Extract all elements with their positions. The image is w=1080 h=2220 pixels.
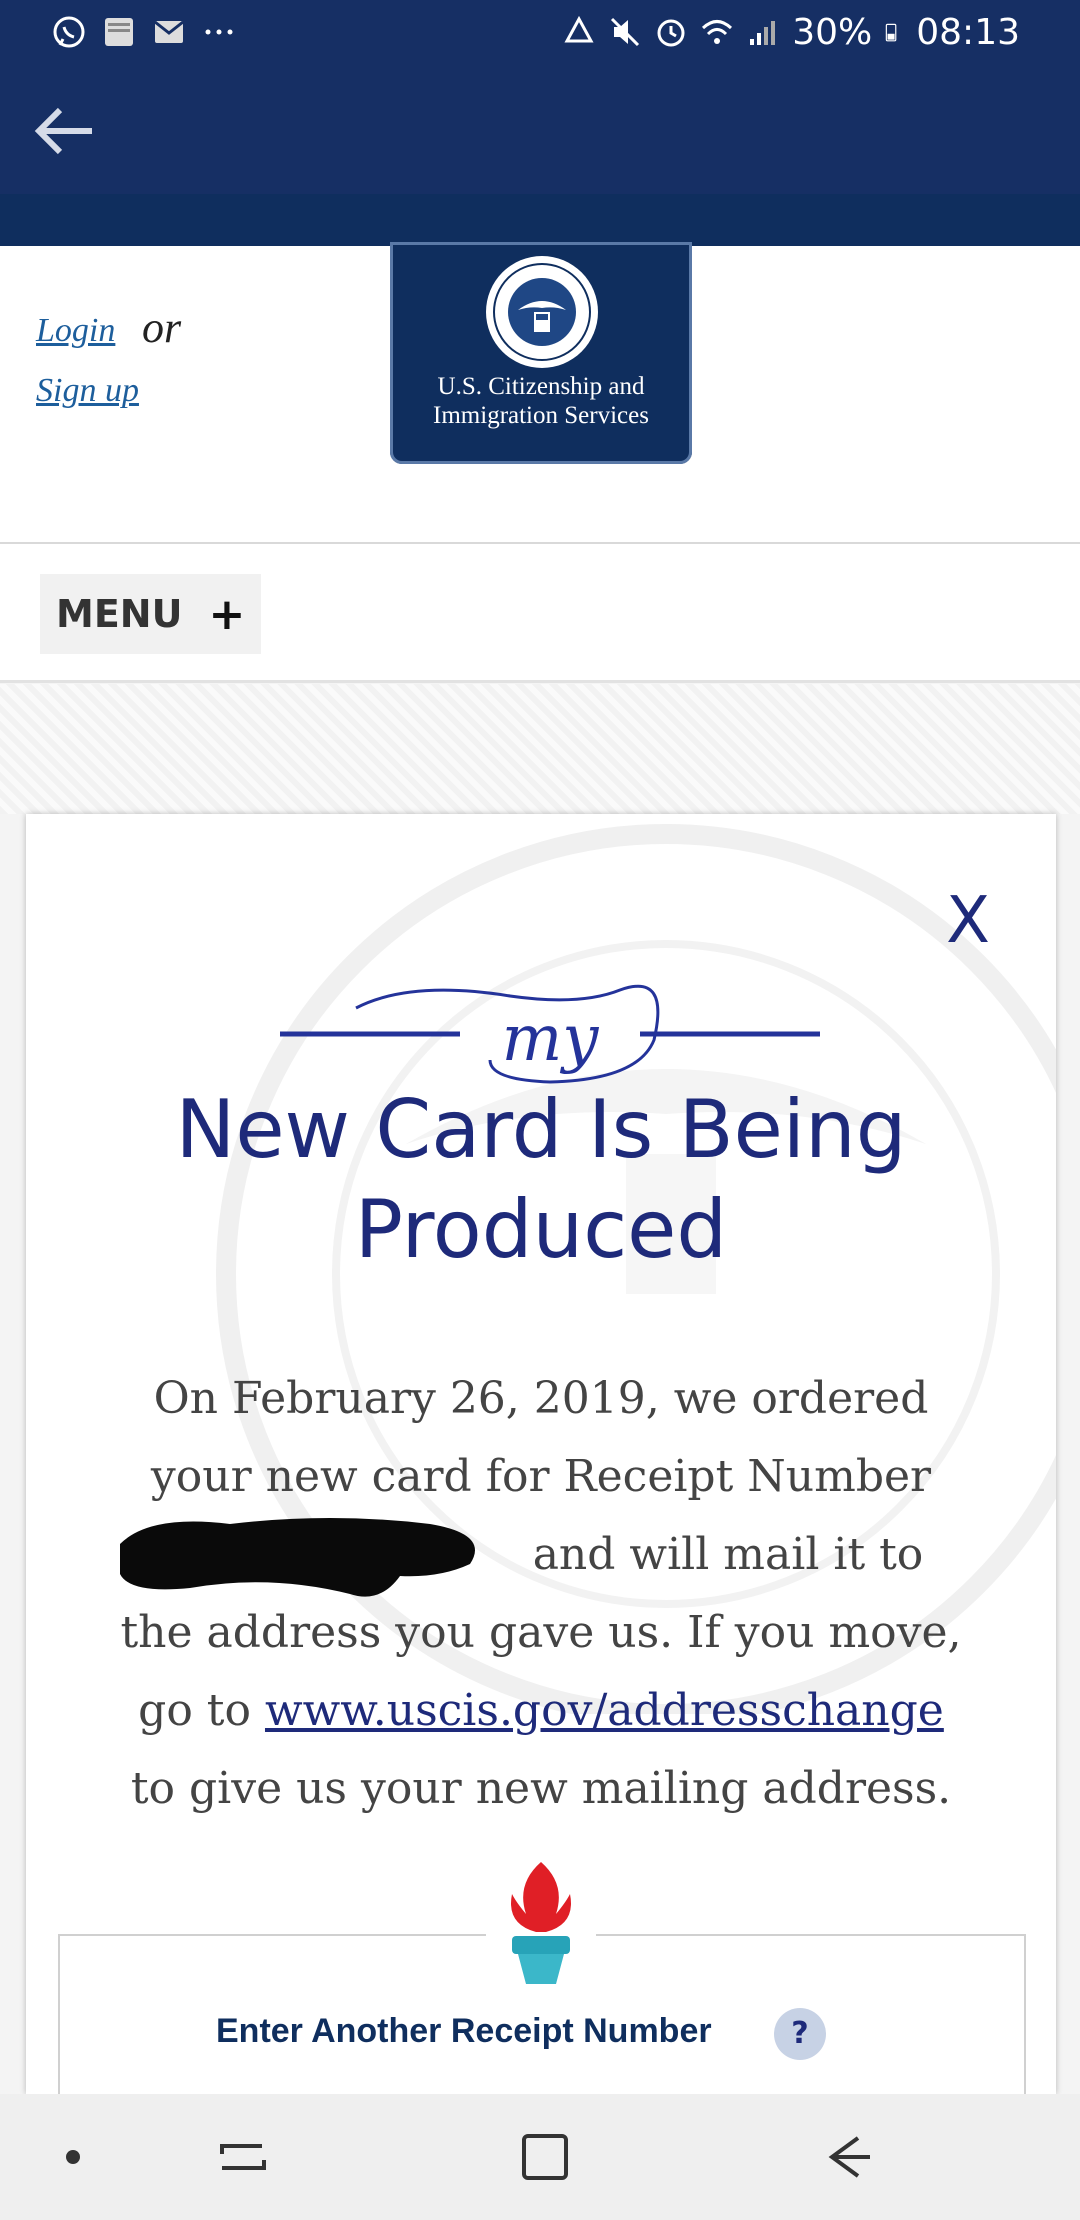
site-header: Login or Sign up U.S. Citizenship and Im… <box>0 242 1080 544</box>
system-nav-bar <box>0 2094 1080 2220</box>
dhs-seal-icon <box>486 256 598 368</box>
or-text: or <box>142 303 182 352</box>
status-bar: 30% 08:13 <box>0 0 1080 64</box>
help-icon[interactable]: ? <box>774 2008 826 2060</box>
status-right: 30% 08:13 <box>562 12 1020 53</box>
title-line2: Produced <box>354 1183 728 1276</box>
torch-icon <box>486 1854 596 1994</box>
whatsapp-icon <box>53 16 85 48</box>
logo-text: U.S. Citizenship and Immigration Service… <box>390 372 692 430</box>
enter-receipt-label: Enter Another Receipt Number <box>216 2012 712 2050</box>
menu-label: MENU <box>56 592 183 636</box>
app-bar <box>0 64 1080 194</box>
alarm-icon <box>657 19 685 47</box>
status-modal: X my New Card Is Being Produced On Febru… <box>26 814 1056 2094</box>
menu-bar: MENU + <box>0 544 1080 683</box>
status-left <box>52 15 236 49</box>
recent-apps-icon[interactable] <box>210 2124 276 2190</box>
redaction-mark <box>120 1518 475 1597</box>
bible-app-icon <box>105 18 133 46</box>
more-icon <box>205 29 233 35</box>
back-icon[interactable] <box>814 2124 880 2190</box>
header-strip <box>0 194 1080 246</box>
my-logo-text: my <box>502 1002 600 1076</box>
close-button[interactable]: X <box>946 884 990 958</box>
mute-icon <box>611 17 640 47</box>
wifi-icon <box>702 20 733 44</box>
plus-icon: + <box>208 588 246 640</box>
dot-icon[interactable] <box>40 2124 106 2190</box>
menu-button[interactable]: MENU + <box>40 574 262 654</box>
logo-line2: Immigration Services <box>433 402 649 429</box>
uscis-logo[interactable]: U.S. Citizenship and Immigration Service… <box>390 242 692 464</box>
message-part3: to give us your new mailing address. <box>130 1763 952 1814</box>
mail-icon <box>154 20 184 43</box>
message-part1: On February 26, 2019, we ordered your ne… <box>150 1373 932 1502</box>
clock: 08:13 <box>916 11 1020 53</box>
arrow-left-icon[interactable] <box>30 96 100 166</box>
recycle-icon <box>564 15 594 43</box>
login-link[interactable]: Login <box>36 312 115 350</box>
address-change-link[interactable]: www.uscis.gov/addresschange <box>265 1685 944 1736</box>
battery-icon <box>886 23 897 42</box>
my-script-logo: my <box>280 984 820 1084</box>
battery-percent: 30% <box>792 11 873 53</box>
signal-icon <box>750 21 776 45</box>
signup-link[interactable]: Sign up <box>36 372 139 410</box>
logo-line1: U.S. Citizenship and <box>437 373 645 400</box>
modal-title: New Card Is Being Produced <box>26 1080 1056 1280</box>
title-line1: New Card Is Being <box>175 1083 907 1176</box>
pattern-band <box>0 684 1080 814</box>
home-icon[interactable] <box>512 2124 578 2190</box>
